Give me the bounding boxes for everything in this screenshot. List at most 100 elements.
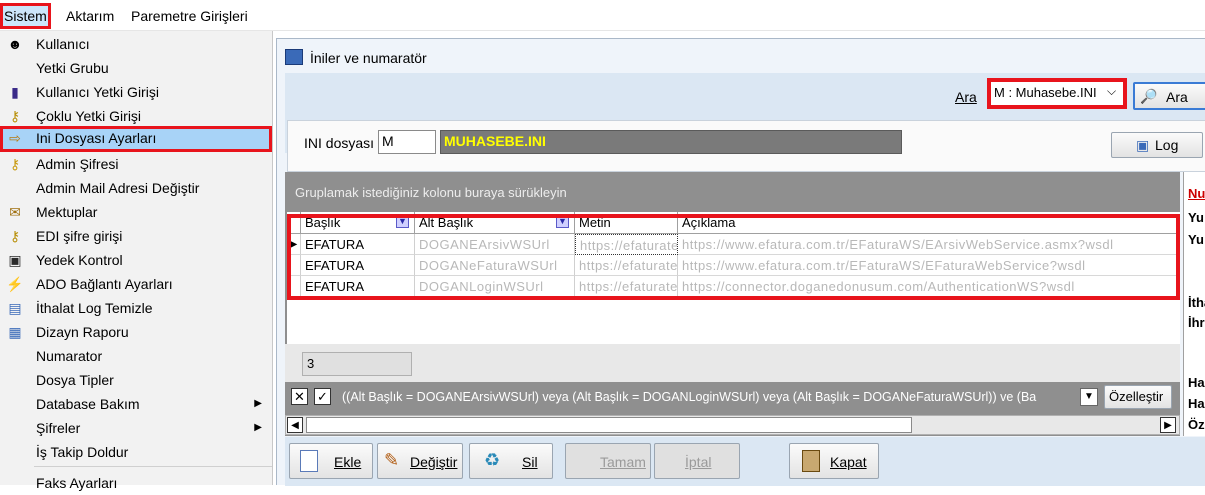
- customize-filter-button[interactable]: Özelleştir: [1104, 385, 1172, 409]
- search-select-value: M : Muhasebe.INI: [994, 85, 1097, 100]
- menu-item-numarator[interactable]: Numarator: [0, 344, 272, 368]
- search-select[interactable]: M : Muhasebe.INI ⌵: [987, 78, 1127, 109]
- menu-item-kullanici-yetki-girisi[interactable]: ▮ Kullanıcı Yetki Girişi: [0, 80, 272, 104]
- right-panel-item: Yu: [1188, 210, 1204, 225]
- add-button[interactable]: Ekle: [289, 443, 373, 479]
- magnifier-icon: 🔎: [1140, 88, 1158, 104]
- menu-item-admin-sifresi[interactable]: ⚷ Admin Şifresi: [0, 152, 272, 176]
- right-panel-item: İhra: [1188, 315, 1205, 330]
- menu-item-label: Numarator: [36, 348, 103, 364]
- ini-window: İniler ve numaratör Ara M : Muhasebe.INI…: [276, 38, 1205, 486]
- window-titlebar: İniler ve numaratör: [277, 39, 1205, 73]
- clear-filter-icon[interactable]: ✕: [291, 388, 308, 405]
- menu-item-admin-mail[interactable]: Admin Mail Adresi Değiştir: [0, 176, 272, 200]
- menu-item-label: Ini Dosyası Ayarları: [36, 130, 157, 146]
- add-button-label: Ekle: [334, 454, 362, 470]
- log-button-label: Log: [1155, 137, 1179, 153]
- close-button-label: Kapat: [830, 454, 867, 470]
- filter-bar: ✕ ✓ ((Alt Başlık = DOGANEArsivWSUrl) vey…: [285, 382, 1180, 412]
- sistem-dropdown-menu: ☻ Kullanıcı Yetki Grubu ▮ Kullanıcı Yetk…: [0, 31, 273, 491]
- report-icon: ▦: [8, 324, 22, 340]
- right-panel-item: Öz: [1188, 417, 1205, 432]
- submenu-arrow-icon: ▶: [254, 398, 262, 409]
- scroll-right-icon[interactable]: ▶: [1160, 417, 1176, 433]
- right-side-panel: Nu Yu Yu İtha İhra Ha Ha Öz: [1183, 172, 1205, 436]
- menu-item-label: İthalat Log Temizle: [36, 300, 153, 316]
- search-button[interactable]: 🔎 Ara: [1133, 82, 1205, 110]
- recycle-bin-icon: ♻: [484, 450, 501, 470]
- highlight-box: [287, 214, 1180, 300]
- menu-item-yedek-kontrol[interactable]: ▣ Yedek Kontrol: [0, 248, 272, 272]
- keys-icon: ⚷: [9, 228, 21, 244]
- menu-item-label: Yetki Grubu: [36, 60, 109, 76]
- menu-parametre-girisleri[interactable]: Paremetre Girişleri: [128, 6, 251, 26]
- ini-file-label: INI dosyası: [304, 135, 375, 151]
- key-icon: ⚷: [9, 156, 21, 172]
- right-panel-item: Yu: [1188, 232, 1204, 247]
- right-panel-item: Nu: [1188, 186, 1205, 201]
- ini-code-field[interactable]: M: [378, 130, 436, 154]
- menu-item-label: ADO Bağlantı Ayarları: [36, 276, 173, 292]
- menu-item-ithalat-log[interactable]: ▤ İthalat Log Temizle: [0, 296, 272, 320]
- horizontal-scrollbar[interactable]: ◀ ▶: [285, 415, 1180, 435]
- group-by-hint: Gruplamak istediğiniz kolonu buraya sürü…: [295, 185, 567, 200]
- menu-item-ado-baglanti[interactable]: ⚡ ADO Bağlantı Ayarları: [0, 272, 272, 296]
- filter-expression: ((Alt Başlık = DOGANEArsivWSUrl) veya (A…: [342, 390, 1037, 404]
- right-panel-item: Ha: [1188, 396, 1205, 411]
- edit-pencil-icon: ✎: [384, 450, 400, 470]
- file-arrow-icon: ⇨: [9, 130, 21, 146]
- grid-body: Başlık ▼ Alt Başlık ▼ Metin Açıklama ▶ E…: [287, 212, 1180, 344]
- menu-item-database-bakim[interactable]: Database Bakım ▶: [0, 392, 272, 416]
- log-icon: ▣: [1136, 137, 1150, 153]
- menu-item-label: EDI şifre girişi: [36, 228, 123, 244]
- delete-button[interactable]: ♻ Sil: [469, 443, 553, 479]
- menu-item-yetki-grubu[interactable]: Yetki Grubu: [0, 56, 272, 80]
- menu-item-label: İş Takip Doldur: [36, 444, 129, 460]
- log-icon: ▤: [8, 300, 22, 316]
- grid-footer: 3: [285, 344, 1180, 384]
- connection-icon: ⚡: [6, 276, 24, 292]
- menu-item-dizayn-raporu[interactable]: ▦ Dizayn Raporu: [0, 320, 272, 344]
- ini-file-row: INI dosyası M MUHASEBE.INI ▣ Log: [287, 120, 1205, 172]
- menu-item-label: Yedek Kontrol: [36, 252, 123, 268]
- menu-bar: Sistem Aktarım Paremetre Girişleri: [0, 0, 1205, 31]
- menu-item-mektuplar[interactable]: ✉ Mektuplar: [0, 200, 272, 224]
- bottom-button-bar: Ekle ✎ Değiştir ♻ Sil Tamam İptal Kapat: [285, 437, 1205, 486]
- menu-item-edi-sifre[interactable]: ⚷ EDI şifre girişi: [0, 224, 272, 248]
- envelope-icon: ✉: [9, 204, 21, 220]
- window-app-icon: [285, 49, 303, 65]
- menu-item-dosya-tipler[interactable]: Dosya Tipler: [0, 368, 272, 392]
- menu-item-faks-ayarlari[interactable]: Faks Ayarları: [0, 471, 272, 495]
- menu-sistem[interactable]: Sistem: [0, 3, 51, 29]
- enable-filter-checkbox[interactable]: ✓: [314, 388, 331, 405]
- edit-button[interactable]: ✎ Değiştir: [377, 443, 463, 479]
- filter-dropdown-icon[interactable]: ▼: [1080, 388, 1098, 406]
- log-button[interactable]: ▣ Log: [1111, 132, 1203, 158]
- search-label: Ara: [955, 89, 977, 105]
- menu-item-is-takip-doldur[interactable]: İş Takip Doldur: [0, 440, 272, 464]
- menu-item-kullanici[interactable]: ☻ Kullanıcı: [0, 32, 272, 56]
- ini-name-field: MUHASEBE.INI: [440, 130, 902, 154]
- search-button-label: Ara: [1166, 89, 1188, 105]
- close-button[interactable]: Kapat: [789, 443, 879, 479]
- menu-item-sifreler[interactable]: Şifreler ▶: [0, 416, 272, 440]
- cancel-button[interactable]: İptal: [654, 443, 740, 479]
- door-exit-icon: [802, 450, 820, 472]
- menu-item-label: Admin Şifresi: [36, 156, 119, 172]
- menu-item-coklu-yetki-girisi[interactable]: ⚷ Çoklu Yetki Girişi: [0, 104, 272, 128]
- keys-icon: ⚷: [9, 108, 21, 124]
- right-panel-item: Ha: [1188, 375, 1205, 390]
- menu-item-label: Şifreler: [36, 420, 81, 436]
- menu-item-label: Kullanıcı: [36, 36, 90, 52]
- submenu-arrow-icon: ▶: [254, 422, 262, 433]
- menu-item-label: Kullanıcı Yetki Girişi: [36, 84, 159, 100]
- user-icon: ☻: [7, 36, 23, 52]
- cancel-button-label: İptal: [685, 454, 712, 470]
- ok-button[interactable]: Tamam: [565, 443, 651, 479]
- menu-aktarim[interactable]: Aktarım: [63, 6, 117, 26]
- scroll-left-icon[interactable]: ◀: [287, 417, 303, 433]
- scrollbar-thumb[interactable]: [306, 417, 912, 433]
- menu-item-ini-dosyasi-ayarlari[interactable]: ⇨ Ini Dosyası Ayarları: [0, 126, 272, 152]
- edit-button-label: Değiştir: [410, 454, 458, 470]
- window-title: İniler ve numaratör: [310, 50, 427, 66]
